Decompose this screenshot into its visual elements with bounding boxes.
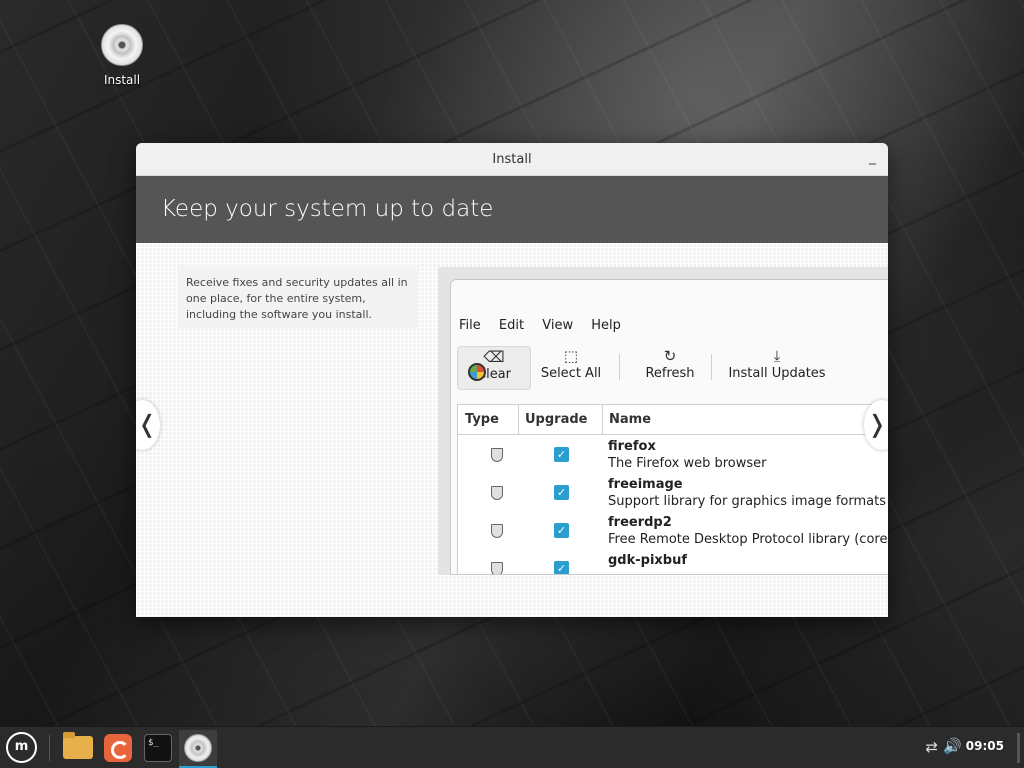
start-menu-button[interactable]: m <box>3 730 39 766</box>
clear-button: ⌫ Clear <box>457 346 531 390</box>
refresh-button: ↻ Refresh <box>633 346 707 390</box>
volume-icon[interactable]: 🔊 <box>943 737 962 755</box>
package-name: firefox <box>608 439 656 454</box>
menu-edit: Edit <box>498 318 525 333</box>
package-name: gdk-pixbuf <box>608 553 688 568</box>
menubar: File Edit View Help <box>459 318 635 333</box>
window-title: Install <box>492 152 532 167</box>
install-taskbar-button[interactable] <box>179 730 217 768</box>
table-header: Type Upgrade Name <box>458 405 888 435</box>
shield-icon <box>491 562 503 574</box>
shield-icon <box>491 448 503 462</box>
column-separator <box>518 405 519 435</box>
window-titlebar[interactable]: Install _ <box>136 143 888 176</box>
update-manager-screenshot: File Edit View Help ⌫ Clear ⬚ Select All <box>438 267 888 575</box>
slide-description: Receive fixes and security updates all i… <box>178 266 418 328</box>
table-row: ✓ freeimage Support library for graphics… <box>458 473 888 511</box>
mint-badge-icon <box>468 363 486 381</box>
refresh-icon: ↻ <box>663 347 677 365</box>
checkbox-icon: ✓ <box>554 561 569 574</box>
shield-icon <box>491 486 503 500</box>
update-manager-window: File Edit View Help ⌫ Clear ⬚ Select All <box>450 279 888 575</box>
previous-slide-button[interactable]: ❬ <box>136 400 160 450</box>
taskbar: m $_ ⇄ 🔊 09:05 <box>0 726 1024 768</box>
package-name: freerdp2 <box>608 515 672 530</box>
disc-icon <box>101 24 143 66</box>
slide-content: Receive fixes and security updates all i… <box>136 243 888 617</box>
package-name: freeimage <box>608 477 683 492</box>
table-row: ✓ gdk-pixbuf <box>458 549 888 574</box>
column-name: Name <box>609 412 652 427</box>
menu-help: Help <box>591 318 621 333</box>
column-type: Type <box>465 412 499 427</box>
backspace-icon: ⌫ <box>483 348 505 366</box>
updates-table: Type Upgrade Name ✓ firefox The Firefox … <box>457 404 888 574</box>
desktop-install-icon[interactable]: Install <box>96 22 148 87</box>
firefox-icon <box>104 734 132 762</box>
column-upgrade: Upgrade <box>525 412 588 427</box>
terminal-launcher[interactable]: $_ <box>140 730 178 766</box>
toolbar-separator <box>619 354 620 380</box>
table-row: ✓ freerdp2 Free Remote Desktop Protocol … <box>458 511 888 549</box>
toolbar: ⌫ Clear ⬚ Select All ↻ Refresh ⤓ Install… <box>457 346 888 390</box>
checkbox-icon: ✓ <box>554 523 569 538</box>
package-description: Free Remote Desktop Protocol library (co… <box>608 532 888 547</box>
refresh-label: Refresh <box>645 366 695 381</box>
desktop-icon-label: Install <box>103 73 141 87</box>
taskbar-separator <box>49 735 50 761</box>
table-row: ✓ firefox The Firefox web browser <box>458 435 888 473</box>
show-desktop-button[interactable] <box>1017 733 1020 763</box>
select-all-button: ⬚ Select All <box>537 346 605 390</box>
install-updates-label: Install Updates <box>728 366 826 381</box>
checkbox-icon: ✓ <box>554 447 569 462</box>
package-description: Support library for graphics image forma… <box>608 494 888 509</box>
shield-icon <box>491 524 503 538</box>
checkbox-icon: ✓ <box>554 485 569 500</box>
folder-icon <box>63 732 93 759</box>
files-launcher[interactable] <box>60 730 98 766</box>
minimize-button[interactable]: _ <box>869 149 876 165</box>
firefox-launcher[interactable] <box>100 730 138 766</box>
disc-icon <box>184 734 212 762</box>
slide-heading: Keep your system up to date <box>136 176 888 243</box>
clock[interactable]: 09:05 <box>966 739 1004 753</box>
select-all-icon: ⬚ <box>563 347 579 365</box>
select-all-label: Select All <box>540 366 602 381</box>
menu-view: View <box>542 318 574 333</box>
menu-file: File <box>459 318 481 333</box>
column-separator <box>602 405 603 435</box>
mint-logo-icon: m <box>6 732 37 763</box>
install-updates-button: ⤓ Install Updates <box>725 346 829 390</box>
install-window: Install _ Keep your system up to date Re… <box>136 143 888 617</box>
package-description: The Firefox web browser <box>608 456 767 471</box>
toolbar-separator <box>711 354 712 380</box>
download-icon: ⤓ <box>773 347 781 365</box>
terminal-icon: $_ <box>144 734 172 762</box>
network-icon[interactable]: ⇄ <box>925 738 938 756</box>
